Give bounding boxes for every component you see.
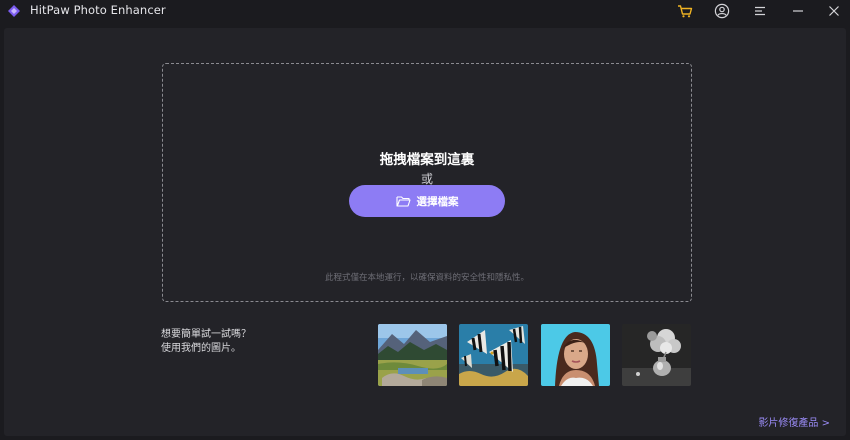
try-samples-prompt: 想要簡單試一試嗎？ 使用我們的圖片。 <box>161 328 251 356</box>
sample-image-portrait[interactable] <box>541 324 610 386</box>
select-file-button[interactable]: 選擇檔案 <box>349 185 505 217</box>
folder-icon <box>395 196 411 207</box>
drop-zone[interactable]: 拖拽檔案到這裏 或 選擇檔案 此程式僅在本地運行，以確保資料的安全性和隱私性。 <box>162 63 692 302</box>
sample-image-landscape[interactable] <box>378 324 447 386</box>
try-prompt-line1: 想要簡單試一試嗎？ <box>161 329 251 340</box>
try-prompt-line2: 使用我們的圖片。 <box>161 343 241 354</box>
video-enhancer-link[interactable]: 影片修復產品 > <box>758 414 830 429</box>
app-title: HitPaw Photo Enhancer <box>30 3 166 17</box>
account-icon[interactable] <box>711 1 733 21</box>
app-logo-icon <box>8 5 20 17</box>
sample-image-fish[interactable] <box>459 324 528 386</box>
menu-icon[interactable] <box>749 1 771 21</box>
main-panel: 拖拽檔案到這裏 或 選擇檔案 此程式僅在本地運行，以確保資料的安全性和隱私性。 … <box>4 28 846 436</box>
select-file-label: 選擇檔案 <box>416 195 459 208</box>
title-bar: HitPaw Photo Enhancer <box>0 0 850 22</box>
minimize-icon[interactable] <box>787 1 809 21</box>
close-icon[interactable] <box>823 1 845 21</box>
drop-title: 拖拽檔案到這裏 <box>379 152 475 168</box>
privacy-note: 此程式僅在本地運行，以確保資料的安全性和隱私性。 <box>324 273 529 283</box>
cart-icon[interactable] <box>674 1 696 21</box>
sample-image-flower[interactable] <box>622 324 691 386</box>
